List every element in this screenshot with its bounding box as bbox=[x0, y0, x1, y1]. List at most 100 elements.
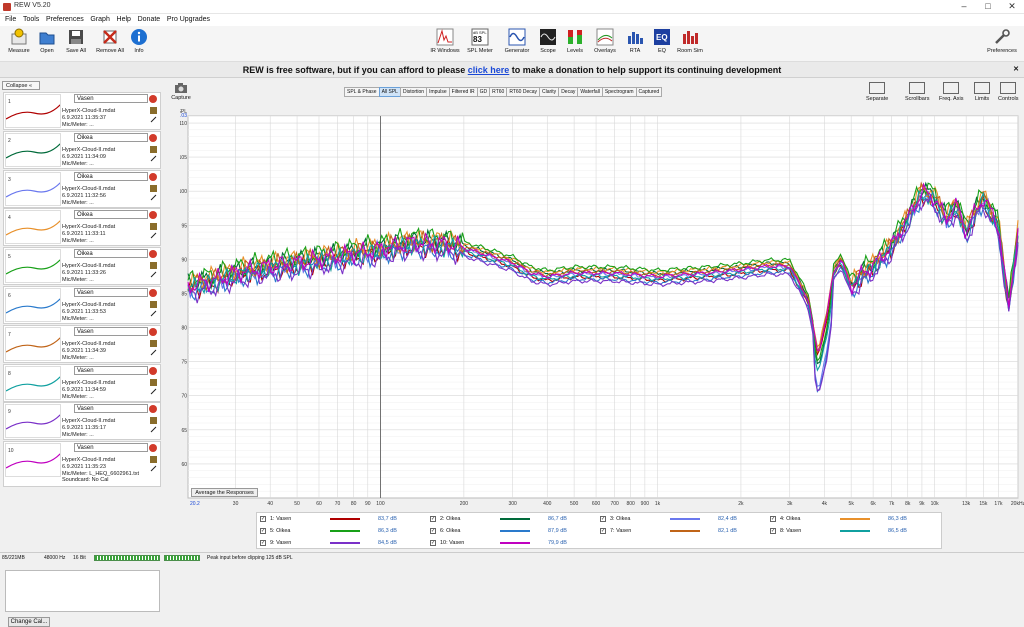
overlays-button[interactable]: Overlays bbox=[588, 28, 622, 54]
measurement-edit-icon[interactable] bbox=[150, 427, 157, 433]
limits-button[interactable]: Limits bbox=[974, 82, 990, 102]
spl-chart[interactable]: 60 65 70 75 80 85 90 95 100 105 110 30 40 50 60 70 80 90 1… bbox=[172, 108, 1024, 512]
info-button[interactable]: Info bbox=[122, 28, 156, 54]
remove-measurement-icon[interactable] bbox=[149, 250, 157, 259]
measurement-edit-icon[interactable] bbox=[150, 349, 157, 356]
measurement-item[interactable]: 9 Vasen HyperX-Cloud-II.mdat 6.9.2021 11:35… bbox=[3, 402, 161, 441]
remove-measurement-icon[interactable] bbox=[149, 289, 157, 297]
measurement-edit-icon[interactable] bbox=[150, 388, 157, 394]
measurement-name-field[interactable]: Vasen bbox=[74, 443, 148, 453]
scrollbars-button[interactable]: Scrollbars bbox=[905, 82, 929, 102]
measurement-settings-icon[interactable] bbox=[150, 184, 157, 192]
measurement-settings-icon[interactable] bbox=[150, 223, 157, 231]
remove-measurement-icon[interactable] bbox=[149, 172, 157, 181]
banner-close-icon[interactable]: ✕ bbox=[1012, 66, 1020, 74]
remove-measurement-icon[interactable] bbox=[149, 95, 157, 103]
graph-tab-impulse[interactable]: Impulse bbox=[426, 87, 450, 97]
freq-axis-button[interactable]: Freq. Axis bbox=[939, 82, 963, 102]
legend-checkbox[interactable]: ✓ bbox=[770, 528, 776, 534]
measurement-edit-icon[interactable] bbox=[150, 310, 157, 317]
legend-checkbox[interactable]: ✓ bbox=[600, 528, 606, 534]
menu-file[interactable]: File bbox=[5, 14, 16, 26]
measurement-settings-icon[interactable] bbox=[150, 417, 157, 425]
measurement-name-field[interactable]: Vasen bbox=[74, 94, 148, 103]
capture-button[interactable]: Capture bbox=[170, 82, 192, 101]
measurement-settings-icon[interactable] bbox=[150, 107, 157, 114]
measurement-item[interactable]: 8 Vasen HyperX-Cloud-II.mdat 6.9.2021 11:34… bbox=[3, 363, 161, 402]
spl-meter-button[interactable]: dB SPL 83 SPL Meter bbox=[463, 28, 497, 54]
graph-tab-waterfall[interactable]: Waterfall bbox=[577, 87, 603, 97]
measurement-settings-icon[interactable] bbox=[150, 301, 157, 308]
measurement-name-field[interactable]: Vasen bbox=[74, 404, 148, 414]
legend-checkbox[interactable]: ✓ bbox=[600, 516, 606, 522]
measurement-settings-icon[interactable] bbox=[150, 262, 157, 270]
menu-preferences[interactable]: Preferences bbox=[46, 14, 84, 26]
measurement-edit-icon[interactable] bbox=[150, 155, 157, 162]
measurement-edit-icon[interactable] bbox=[150, 271, 157, 278]
graph-tab-distortion[interactable]: Distortion bbox=[399, 87, 428, 97]
room-sim-button[interactable]: Room Sim bbox=[673, 28, 707, 54]
graph-tab-filtered-ir[interactable]: Filtered IR bbox=[448, 87, 478, 97]
measurement-item[interactable]: 5 Oikea HyperX-Cloud-II.mdat 6.9.2021 11:33… bbox=[3, 247, 161, 286]
average-responses-button[interactable]: Average the Responses bbox=[191, 488, 258, 497]
spl-chart-svg[interactable]: 60 65 70 75 80 85 90 95 100 105 110 30 40 50 60 70 80 90 1… bbox=[172, 108, 1024, 510]
graph-tab-rt60[interactable]: RT60 bbox=[489, 87, 508, 97]
separate-button[interactable]: Separate bbox=[866, 82, 888, 102]
remove-measurement-icon[interactable] bbox=[149, 444, 157, 453]
graph-tab-spl-phase[interactable]: SPL & Phase bbox=[344, 87, 380, 97]
measurement-settings-icon[interactable] bbox=[150, 378, 157, 386]
save-all-button[interactable]: Save All bbox=[59, 28, 93, 54]
graph-tab-clarity[interactable]: Clarity bbox=[539, 87, 560, 97]
legend-checkbox[interactable]: ✓ bbox=[260, 540, 266, 546]
controls-button[interactable]: Controls bbox=[998, 82, 1018, 102]
measurement-name-field[interactable]: Oikea bbox=[74, 132, 148, 142]
measurement-settings-icon[interactable] bbox=[150, 339, 157, 347]
preferences-button[interactable]: Preferences bbox=[982, 28, 1022, 54]
menu-graph[interactable]: Graph bbox=[90, 14, 109, 26]
measurement-item[interactable]: 7 Vasen HyperX-Cloud-II.mdat 6.9.2021 11:34… bbox=[3, 324, 161, 363]
remove-measurement-icon[interactable] bbox=[149, 327, 157, 336]
menu-pro-upgrades[interactable]: Pro Upgrades bbox=[167, 14, 210, 26]
graph-tab-captured[interactable]: Captured bbox=[635, 87, 663, 97]
measurement-name-field[interactable]: Oikea bbox=[74, 171, 148, 181]
measurement-name-field[interactable]: Oikea bbox=[74, 210, 148, 220]
legend-checkbox[interactable]: ✓ bbox=[430, 528, 436, 534]
levels-button[interactable]: Levels bbox=[558, 28, 592, 54]
remove-measurement-icon[interactable] bbox=[149, 405, 157, 414]
generator-button[interactable]: Generator bbox=[500, 28, 534, 54]
close-button[interactable]: ✕ bbox=[998, 0, 1024, 14]
measurement-item[interactable]: 4 Oikea HyperX-Cloud-II.mdat 6.9.2021 11:33… bbox=[3, 208, 161, 247]
legend-checkbox[interactable]: ✓ bbox=[260, 528, 266, 534]
legend-checkbox[interactable]: ✓ bbox=[260, 516, 266, 522]
measurement-name-field[interactable]: Vasen bbox=[74, 288, 148, 297]
measurement-item[interactable]: 3 Oikea HyperX-Cloud-II.mdat 6.9.2021 11:32… bbox=[3, 169, 161, 208]
ir-windows-button[interactable]: IR Windows bbox=[428, 28, 462, 54]
graph-tab-gd[interactable]: GD bbox=[476, 87, 491, 97]
menu-tools[interactable]: Tools bbox=[23, 14, 39, 26]
graph-tab-decay[interactable]: Decay bbox=[558, 87, 579, 97]
measurement-edit-icon[interactable] bbox=[150, 465, 157, 472]
graph-tab-spectrogram[interactable]: Spectrogram bbox=[601, 87, 637, 97]
measurement-edit-icon[interactable] bbox=[150, 116, 157, 123]
remove-measurement-icon[interactable] bbox=[149, 366, 157, 375]
measurement-item[interactable]: 2 Oikea HyperX-Cloud-II.mdat 6.9.2021 11:34… bbox=[3, 130, 161, 169]
change-cal-button[interactable]: Change Cal... bbox=[8, 617, 50, 627]
measurement-settings-icon[interactable] bbox=[150, 145, 157, 153]
donate-link[interactable]: click here bbox=[468, 65, 510, 75]
measurement-item[interactable]: 1 Vasen HyperX-Cloud-II.mdat 6.9.2021 11:35… bbox=[3, 92, 161, 130]
measurement-name-field[interactable]: Vasen bbox=[74, 365, 148, 375]
graph-tab-all-spl[interactable]: All SPL bbox=[378, 87, 401, 97]
legend-checkbox[interactable]: ✓ bbox=[430, 540, 436, 546]
measurement-item[interactable]: 10 Vasen HyperX-Cloud-II.mdat 6.9.2021 11:3… bbox=[3, 441, 161, 488]
legend-checkbox[interactable]: ✓ bbox=[770, 516, 776, 522]
menu-help[interactable]: Help bbox=[117, 14, 131, 26]
legend-checkbox[interactable]: ✓ bbox=[430, 516, 436, 522]
graph-tab-rt60-decay[interactable]: RT60 Decay bbox=[506, 87, 541, 97]
measurement-item[interactable]: 6 Vasen HyperX-Cloud-II.mdat 6.9.2021 11:33… bbox=[3, 286, 161, 324]
remove-measurement-icon[interactable] bbox=[149, 133, 157, 142]
measurement-edit-icon[interactable] bbox=[150, 233, 157, 239]
menu-donate[interactable]: Donate bbox=[138, 14, 161, 26]
measurement-name-field[interactable]: Oikea bbox=[74, 249, 148, 259]
measurement-edit-icon[interactable] bbox=[150, 194, 157, 200]
measurement-name-field[interactable]: Vasen bbox=[74, 326, 148, 336]
